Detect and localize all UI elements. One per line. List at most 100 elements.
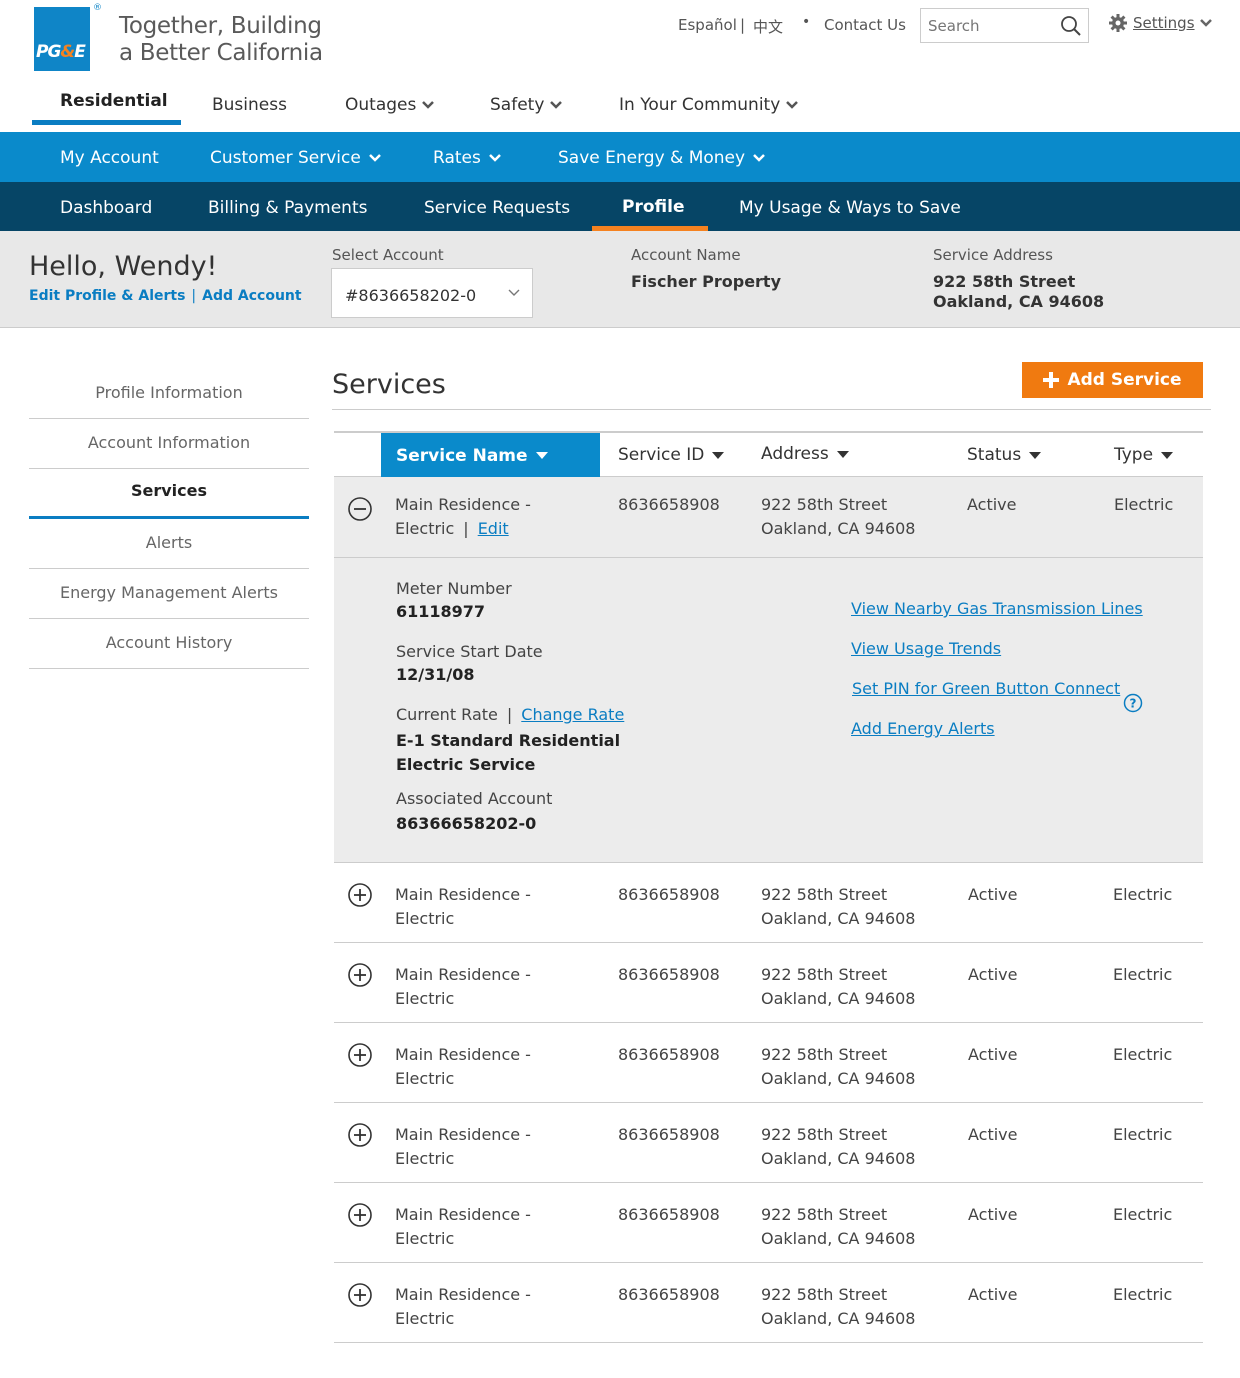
service-name-line-1: Main Residence - bbox=[395, 1205, 531, 1224]
service-name-line-2: Electric bbox=[395, 1229, 455, 1248]
address-line-2: Oakland, CA 94608 bbox=[761, 989, 916, 1008]
title-divider bbox=[332, 409, 1211, 410]
table-row: Main Residence - Electric 8636658908 922 … bbox=[334, 863, 1203, 943]
main-nav: Residential Business Outages Safety In Y… bbox=[0, 86, 1240, 132]
account-bar: Hello, Wendy! Edit Profile & Alerts | Add … bbox=[0, 231, 1240, 328]
add-service-button[interactable]: Add Service bbox=[1022, 362, 1203, 398]
settings-label: Settings bbox=[1133, 14, 1195, 32]
account-nav: My Account Customer Service Rates Save E… bbox=[0, 132, 1240, 182]
nav-rates[interactable]: Rates bbox=[433, 148, 501, 168]
address-line-1: 922 58th Street bbox=[761, 495, 888, 514]
nav-my-account[interactable]: My Account bbox=[60, 148, 159, 168]
sort-down-icon bbox=[836, 450, 849, 458]
expand-plus-icon[interactable] bbox=[348, 1283, 372, 1307]
column-label: Service Name bbox=[396, 445, 528, 466]
column-status[interactable]: Status bbox=[967, 445, 1042, 465]
nav-business[interactable]: Business bbox=[212, 95, 287, 115]
add-service-label: Add Service bbox=[1067, 370, 1182, 390]
service-name-line-1: Main Residence - bbox=[395, 1125, 531, 1144]
help-icon[interactable]: ? bbox=[1123, 693, 1143, 713]
search-input[interactable] bbox=[921, 9, 1051, 42]
tab-service-requests[interactable]: Service Requests bbox=[424, 198, 570, 218]
side-item-account-history[interactable]: Account History bbox=[29, 619, 309, 669]
side-item-account-information[interactable]: Account Information bbox=[29, 419, 309, 469]
service-name-line-1: Main Residence - bbox=[395, 1285, 531, 1304]
profile-subnav: Dashboard Billing & Payments Service Req… bbox=[0, 182, 1240, 231]
type-cell: Electric bbox=[1113, 1045, 1173, 1064]
expand-plus-icon[interactable] bbox=[348, 1043, 372, 1067]
usage-trends-link[interactable]: View Usage Trends bbox=[851, 639, 1001, 658]
language-espanol-link[interactable]: Español bbox=[678, 16, 737, 34]
gas-transmission-lines-link[interactable]: View Nearby Gas Transmission Lines bbox=[851, 599, 1143, 618]
green-button-pin-link[interactable]: Set PIN for Green Button Connect bbox=[852, 679, 1120, 698]
edit-service-link[interactable]: Edit bbox=[478, 519, 509, 538]
side-item-energy-management-alerts[interactable]: Energy Management Alerts bbox=[29, 569, 309, 619]
settings-menu[interactable]: Settings bbox=[1108, 13, 1212, 33]
status-cell: Active bbox=[968, 885, 1018, 904]
chevron-down-icon bbox=[422, 101, 435, 109]
service-name-line-2: Electric bbox=[395, 1069, 455, 1088]
service-id-cell: 8636658908 bbox=[618, 1205, 720, 1224]
service-address-line-1: 922 58th Street bbox=[933, 272, 1076, 291]
service-id-cell: 8636658908 bbox=[618, 495, 720, 514]
link-separator: | bbox=[191, 288, 197, 304]
status-cell: Active bbox=[968, 1045, 1018, 1064]
bullet-separator: • bbox=[802, 14, 811, 30]
add-energy-alerts-link[interactable]: Add Energy Alerts bbox=[851, 719, 995, 738]
greeting: Hello, Wendy! bbox=[29, 251, 218, 282]
nav-safety[interactable]: Safety bbox=[490, 95, 563, 115]
select-account-label: Select Account bbox=[332, 246, 444, 264]
service-id-cell: 8636658908 bbox=[618, 1125, 720, 1144]
sort-down-icon bbox=[535, 452, 548, 459]
column-address[interactable]: Address bbox=[761, 444, 849, 464]
registered-mark: ® bbox=[93, 3, 102, 13]
side-item-profile-information[interactable]: Profile Information bbox=[29, 369, 309, 419]
address-line-2: Oakland, CA 94608 bbox=[761, 1229, 916, 1248]
nav-save-energy[interactable]: Save Energy & Money bbox=[558, 148, 765, 168]
chevron-down-icon bbox=[550, 101, 563, 109]
language-chinese-link[interactable]: 中文 bbox=[753, 16, 783, 37]
account-links: Edit Profile & Alerts | Add Account bbox=[29, 288, 302, 304]
tab-billing-payments[interactable]: Billing & Payments bbox=[208, 198, 367, 218]
edit-profile-link[interactable]: Edit Profile & Alerts bbox=[29, 288, 185, 304]
tab-profile[interactable]: Profile bbox=[622, 197, 684, 217]
change-rate-link[interactable]: Change Rate bbox=[521, 705, 624, 724]
address-line-1: 922 58th Street bbox=[761, 1125, 888, 1144]
service-name-line-1: Main Residence - bbox=[395, 885, 531, 904]
nav-residential[interactable]: Residential bbox=[60, 91, 168, 111]
column-service-id[interactable]: Service ID bbox=[618, 445, 725, 465]
table-row: Main Residence - Electric 8636658908 922 … bbox=[334, 1023, 1203, 1103]
collapse-minus-icon[interactable] bbox=[348, 497, 372, 521]
side-item-services[interactable]: Services bbox=[29, 469, 309, 519]
account-select-value: #8636658202-0 bbox=[345, 286, 477, 305]
start-date-label: Service Start Date bbox=[396, 642, 543, 661]
expand-plus-icon[interactable] bbox=[348, 963, 372, 987]
chevron-down-icon bbox=[753, 154, 765, 162]
service-name-line-2: Electric bbox=[395, 989, 455, 1008]
service-name-cell: Main Residence - Electric bbox=[395, 1043, 595, 1091]
meter-number-value: 61118977 bbox=[396, 602, 486, 621]
column-label: Status bbox=[967, 445, 1022, 465]
address-line-2: Oakland, CA 94608 bbox=[761, 1149, 916, 1168]
tab-usage[interactable]: My Usage & Ways to Save bbox=[739, 198, 961, 218]
service-name-type: Electric bbox=[395, 519, 455, 538]
expand-plus-icon[interactable] bbox=[348, 1203, 372, 1227]
column-service-name[interactable]: Service Name bbox=[381, 433, 600, 478]
expand-plus-icon[interactable] bbox=[348, 883, 372, 907]
expand-plus-icon[interactable] bbox=[348, 1123, 372, 1147]
contact-us-link[interactable]: Contact Us bbox=[824, 16, 906, 34]
column-type[interactable]: Type bbox=[1114, 445, 1174, 465]
add-account-link[interactable]: Add Account bbox=[202, 288, 301, 304]
side-item-alerts[interactable]: Alerts bbox=[29, 519, 309, 569]
account-select[interactable]: #8636658202-0 bbox=[331, 268, 533, 318]
tab-dashboard[interactable]: Dashboard bbox=[60, 198, 152, 218]
search-icon[interactable] bbox=[1060, 15, 1082, 37]
status-cell: Active bbox=[968, 1125, 1018, 1144]
address-line-2: Oakland, CA 94608 bbox=[761, 1309, 916, 1328]
nav-outages[interactable]: Outages bbox=[345, 95, 435, 115]
logo-text: PG&E bbox=[36, 42, 86, 62]
nav-community[interactable]: In Your Community bbox=[619, 95, 799, 115]
nav-save-energy-label: Save Energy & Money bbox=[558, 148, 746, 168]
nav-customer-service[interactable]: Customer Service bbox=[210, 148, 381, 168]
gear-icon bbox=[1109, 14, 1127, 32]
